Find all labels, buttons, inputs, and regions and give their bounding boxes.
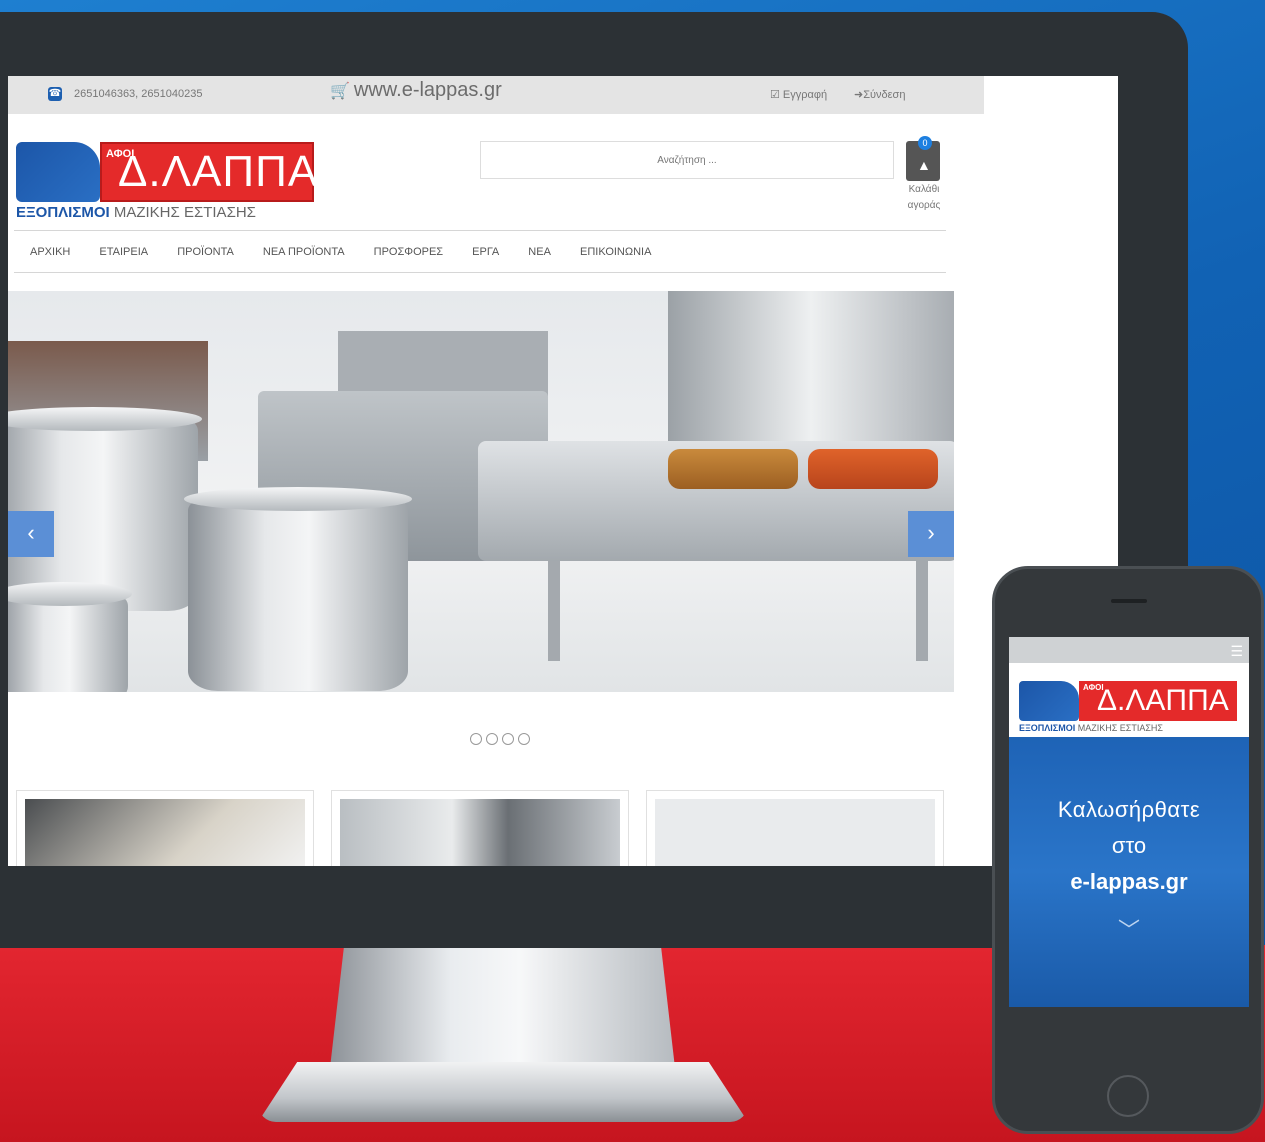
slider-dot[interactable] bbox=[518, 733, 530, 745]
slider-next-button[interactable]: › bbox=[908, 511, 954, 557]
bag-icon: ▲ bbox=[917, 157, 931, 173]
welcome-line-3: e-lappas.gr bbox=[1070, 869, 1188, 894]
nav-item-projects[interactable]: ΕΡΓΑ bbox=[472, 246, 499, 258]
mobile-phone: ☰ ΑΦΟΙ Δ.ΛΑΠΠΑ ΕΞΟΠΛΙΣΜΟΙ ΜΑΖΙΚΗΣ ΕΣΤΙΑΣ… bbox=[992, 566, 1264, 1134]
food-tray-image bbox=[668, 449, 798, 489]
hamburger-menu-icon[interactable]: ☰ bbox=[1230, 643, 1243, 660]
shopping-cart-icon: 🛒 bbox=[330, 83, 350, 100]
slider-dots bbox=[470, 732, 534, 750]
vegetable-tray-image bbox=[808, 449, 938, 489]
login-link[interactable]: ➜Σύνδεση bbox=[854, 88, 905, 101]
phone-speaker bbox=[1111, 599, 1147, 603]
nav-item-products[interactable]: ΠΡΟΪΟΝΤΑ bbox=[177, 246, 234, 258]
pot-lid bbox=[184, 487, 412, 511]
category-card[interactable] bbox=[16, 790, 314, 866]
chef-emblem bbox=[1019, 681, 1079, 721]
tagline-bold: ΕΞΟΠΛΙΣΜΟΙ bbox=[16, 204, 110, 221]
mobile-logo[interactable]: ΑΦΟΙ Δ.ΛΑΠΠΑ ΕΞΟΠΛΙΣΜΟΙ ΜΑΖΙΚΗΣ ΕΣΤΙΑΣΗΣ bbox=[1009, 663, 1249, 737]
divider bbox=[14, 272, 946, 273]
register-label: Εγγραφή bbox=[782, 89, 828, 101]
chef-emblem bbox=[16, 142, 100, 202]
chevron-down-icon[interactable]: ﹀ bbox=[1009, 913, 1249, 945]
category-card[interactable] bbox=[331, 790, 629, 866]
stock-pot-image bbox=[184, 487, 412, 691]
cart-button[interactable]: 0 ▲ bbox=[906, 136, 940, 181]
nav-item-offers[interactable]: ΠΡΟΣΦΟΡΕΣ bbox=[374, 246, 443, 258]
nav-item-home[interactable]: ΑΡΧΙΚΗ bbox=[30, 246, 70, 258]
slider-prev-button[interactable]: ‹ bbox=[8, 511, 54, 557]
category-card[interactable] bbox=[646, 790, 944, 866]
chafing-dish-stand bbox=[548, 561, 928, 661]
nav-item-new-products[interactable]: ΝΕΑ ΠΡΟΪΟΝΤΑ bbox=[263, 246, 345, 258]
nav-item-company[interactable]: ΕΤΑΙΡΕΙΑ bbox=[99, 246, 148, 258]
slider-dot[interactable] bbox=[502, 733, 514, 745]
pot-lid bbox=[8, 582, 132, 606]
welcome-line-1: Καλωσήρθατε bbox=[1057, 797, 1201, 822]
tagline-rest: ΜΑΖΙΚΗΣ ΕΣΤΙΑΣΗΣ bbox=[113, 204, 256, 221]
logo-tagline: ΕΞΟΠΛΙΣΜΟΙ ΜΑΖΙΚΗΣ ΕΣΤΙΑΣΗΣ bbox=[16, 204, 256, 221]
logo-brand: Δ.ΛΑΠΠΑ bbox=[1097, 684, 1229, 717]
tagline-rest: ΜΑΖΙΚΗΣ ΕΣΤΙΑΣΗΣ bbox=[1077, 723, 1163, 733]
logo-brand: Δ.ΛΑΠΠΑ bbox=[118, 147, 319, 196]
category-image bbox=[25, 799, 305, 866]
desktop-screen: ☎ 2651046363, 2651040235 🛒 www.e-lappas.g… bbox=[8, 76, 1118, 866]
nav-item-news[interactable]: ΝΕΑ bbox=[528, 246, 551, 258]
monitor-stand-base bbox=[258, 1062, 748, 1122]
site-url-text: www.e-lappas.gr bbox=[353, 79, 502, 101]
site-url[interactable]: 🛒 www.e-lappas.gr bbox=[330, 79, 502, 102]
contact-phones: 2651046363, 2651040235 bbox=[74, 88, 203, 100]
mobile-top-bar: ☰ bbox=[1009, 637, 1249, 663]
category-image bbox=[655, 799, 935, 866]
home-button[interactable] bbox=[1107, 1075, 1149, 1117]
cart-count-badge: 0 bbox=[918, 136, 932, 150]
logo-tagline: ΕΞΟΠΛΙΣΜΟΙ ΜΑΖΙΚΗΣ ΕΣΤΙΑΣΗΣ bbox=[1019, 723, 1163, 733]
welcome-line-2: στο bbox=[1111, 833, 1147, 858]
login-label: Σύνδεση bbox=[863, 89, 906, 101]
cart-label[interactable]: Καλάθι αγοράς bbox=[896, 182, 952, 214]
tagline-bold: ΕΞΟΠΛΙΣΜΟΙ bbox=[1019, 723, 1076, 733]
hero-slider: ‹ › bbox=[8, 291, 954, 692]
register-link[interactable]: ☑ Εγγραφή bbox=[770, 88, 827, 101]
slider-dot[interactable] bbox=[486, 733, 498, 745]
nav-item-contact[interactable]: ΕΠΙΚΟΙΝΩΝΙΑ bbox=[580, 246, 651, 258]
search-input[interactable] bbox=[480, 141, 894, 179]
pot-lid bbox=[8, 407, 202, 431]
main-nav: ΑΡΧΙΚΗ ΕΤΑΙΡΕΙΑ ΠΡΟΪΟΝΤΑ ΝΕΑ ΠΡΟΪΟΝΤΑ ΠΡ… bbox=[30, 246, 677, 258]
slider-dot[interactable] bbox=[470, 733, 482, 745]
mobile-screen: ☰ ΑΦΟΙ Δ.ΛΑΠΠΑ ΕΞΟΠΛΙΣΜΟΙ ΜΑΖΙΚΗΣ ΕΣΤΙΑΣ… bbox=[1009, 637, 1249, 1007]
category-image bbox=[340, 799, 620, 866]
divider bbox=[14, 230, 946, 231]
mobile-welcome-panel: Καλωσήρθατε στο e-lappas.gr ﹀ bbox=[1009, 737, 1249, 1007]
site-logo[interactable]: ΑΦΟΙ Δ.ΛΑΠΠΑ ΕΞΟΠΛΙΣΜΟΙ ΜΑΖΙΚΗΣ ΕΣΤΙΑΣΗΣ bbox=[14, 136, 317, 228]
top-bar: ☎ 2651046363, 2651040235 🛒 www.e-lappas.g… bbox=[8, 76, 984, 114]
stock-pot-image bbox=[8, 582, 132, 692]
monitor-stand-neck bbox=[330, 948, 675, 1068]
phone-icon: ☎ bbox=[48, 87, 62, 101]
